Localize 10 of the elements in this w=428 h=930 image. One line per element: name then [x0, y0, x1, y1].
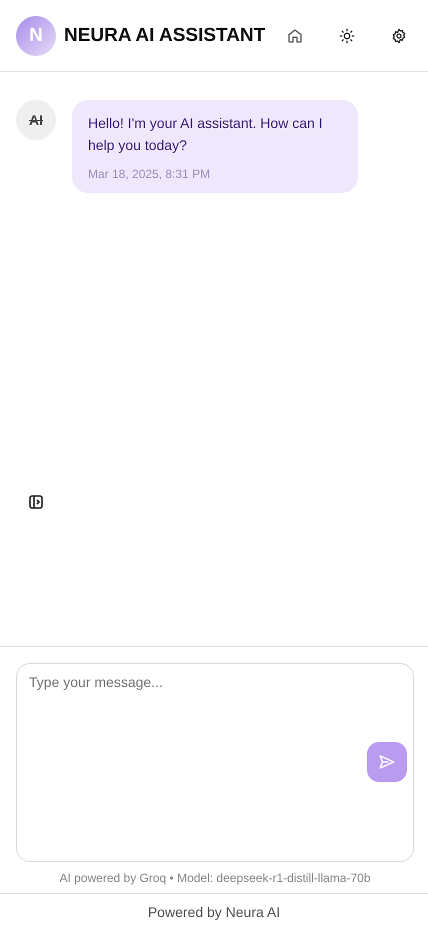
- message-input[interactable]: Type your message...: [16, 663, 414, 862]
- sidebar-toggle-icon[interactable]: [29, 495, 43, 509]
- send-icon: [378, 753, 396, 771]
- message-text: Hello! I'm your AI assistant. How can I help you today?: [88, 114, 324, 155]
- footer-text: Powered by Neura AI: [148, 904, 280, 920]
- app-title: NEURA AI ASSISTANT: [64, 24, 266, 46]
- model-note: AI powered by Groq • Model: deepseek-r1-distill-llama-70b: [58, 871, 372, 885]
- message-time: Mar 18, 2025, 8:31 PM: [88, 167, 212, 181]
- logo-avatar: N: [16, 16, 56, 56]
- assistant-avatar: AI: [16, 100, 56, 140]
